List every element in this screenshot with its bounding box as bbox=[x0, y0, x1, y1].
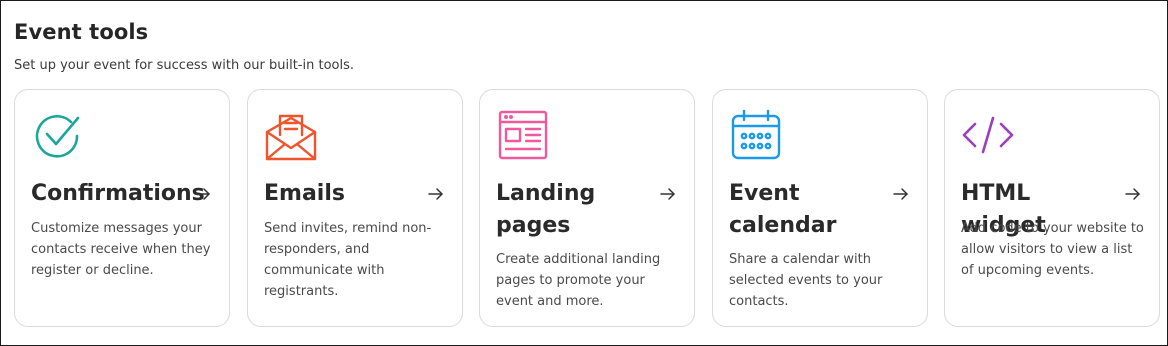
calendar-icon bbox=[729, 108, 783, 162]
check-circle-icon bbox=[31, 108, 85, 162]
card-confirmations[interactable]: Confirmations Customize messages your co… bbox=[14, 89, 230, 327]
event-tools-panel: Event tools Set up your event for succes… bbox=[0, 0, 1168, 346]
section-title: Event tools bbox=[14, 20, 149, 44]
card-event-calendar[interactable]: Event calendar Share a calendar with sel… bbox=[712, 89, 928, 327]
card-title: Confirmations bbox=[31, 181, 205, 206]
envelope-letter-icon bbox=[264, 108, 318, 162]
arrow-right-icon bbox=[658, 184, 678, 204]
arrow-right-icon bbox=[891, 184, 911, 204]
card-description: Add code to your website to allow visito… bbox=[961, 221, 1144, 278]
card-title: Emails bbox=[264, 181, 345, 206]
code-brackets-icon bbox=[961, 108, 1015, 162]
card-emails[interactable]: Emails Send invites, remind non-responde… bbox=[247, 89, 463, 327]
webpage-layout-icon bbox=[496, 108, 550, 162]
arrow-right-icon bbox=[426, 184, 446, 204]
card-title: Event calendar bbox=[729, 181, 837, 238]
card-description: Send invites, remind non-responders, and… bbox=[264, 221, 432, 299]
arrow-right-icon bbox=[193, 184, 213, 204]
card-description: Share a calendar with selected events to… bbox=[729, 252, 883, 309]
card-description: Customize messages your contacts receive… bbox=[31, 221, 211, 278]
card-title: Landing pages bbox=[496, 181, 596, 238]
section-subtitle: Set up your event for success with our b… bbox=[14, 58, 355, 73]
card-landing-pages[interactable]: Landing pages Create additional landing … bbox=[479, 89, 695, 327]
card-html-widget[interactable]: HTML widget Add code to your website to … bbox=[944, 89, 1160, 327]
card-description: Create additional landing pages to promo… bbox=[496, 252, 661, 309]
arrow-right-icon bbox=[1123, 184, 1143, 204]
